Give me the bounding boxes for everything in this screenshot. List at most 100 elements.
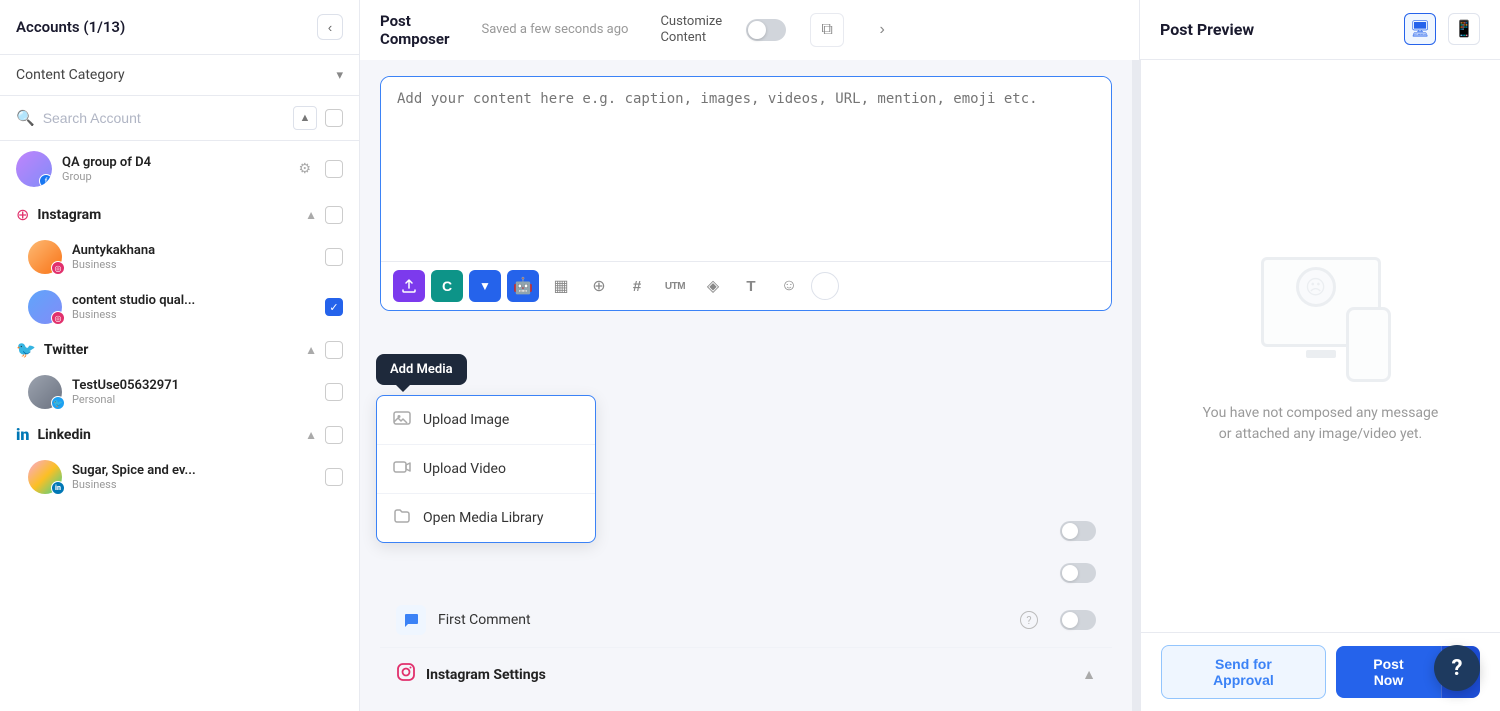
- option-toggle-1[interactable]: [1060, 521, 1096, 541]
- embed-button[interactable]: ◈: [697, 270, 729, 302]
- avatar: in: [28, 460, 62, 494]
- send-approval-button[interactable]: Send for Approval: [1161, 645, 1326, 699]
- emoji-button[interactable]: ☺: [773, 270, 805, 302]
- sidebar-header: Accounts (1/13) ‹: [0, 0, 359, 55]
- select-all-checkbox[interactable]: [325, 109, 343, 127]
- account-name: TestUse05632971: [72, 378, 315, 393]
- platform-name: Instagram: [37, 207, 297, 223]
- composer-body: C ▼ 🤖 ▦ ⊕ # UTM ◈ T ☺ Add Media: [360, 60, 1500, 711]
- content-category-label: Content Category: [16, 67, 125, 83]
- customize-toggle[interactable]: [746, 19, 786, 41]
- list-item[interactable]: ◎ Auntykakhana Business: [0, 232, 359, 282]
- avatar: ◎: [28, 240, 62, 274]
- platform-checkbox[interactable]: [325, 206, 343, 224]
- media-dropdown: Upload Image Upload Video: [376, 395, 596, 543]
- avatar: 🐦: [28, 375, 62, 409]
- account-type: Business: [72, 308, 315, 321]
- avatar: ◎: [28, 290, 62, 324]
- account-info: content studio qual... Business: [72, 293, 315, 321]
- account-info: TestUse05632971 Personal: [72, 378, 315, 406]
- upload-image-menu-item[interactable]: Upload Image: [377, 396, 595, 445]
- upload-image-label: Upload Image: [423, 412, 509, 428]
- sidebar-item-linkedin[interactable]: in Linkedin ▲: [0, 417, 359, 452]
- first-comment-icon: [396, 605, 426, 635]
- gear-icon[interactable]: ⚙: [294, 159, 315, 179]
- account-info: QA group of D4 Group: [62, 155, 284, 183]
- avatar: f: [16, 151, 52, 187]
- post-now-button[interactable]: Post Now: [1336, 646, 1441, 698]
- video-icon: [393, 458, 411, 480]
- account-checkbox[interactable]: [325, 468, 343, 486]
- chevron-up-icon: ▲: [1082, 666, 1096, 683]
- platform-checkbox[interactable]: [325, 426, 343, 444]
- desktop-preview-button[interactable]: 🖥: [1404, 13, 1436, 45]
- preview-empty-text: You have not composed any message or att…: [1201, 403, 1441, 445]
- list-item[interactable]: f QA group of D4 Group ⚙: [0, 141, 359, 197]
- search-input[interactable]: [43, 110, 285, 126]
- upload-media-button[interactable]: [393, 270, 425, 302]
- composer-title: PostComposer: [380, 12, 449, 48]
- account-name: content studio qual...: [72, 293, 315, 308]
- account-info: Sugar, Spice and ev... Business: [72, 463, 315, 491]
- search-collapse-button[interactable]: ▲: [293, 106, 317, 130]
- account-checkbox[interactable]: ✓: [325, 298, 343, 316]
- platform-name: Twitter: [44, 342, 297, 358]
- preview-title: Post Preview: [1160, 20, 1254, 39]
- platform-badge-facebook: f: [39, 174, 52, 187]
- list-item[interactable]: ◎ content studio qual... Business ✓: [0, 282, 359, 332]
- instagram-settings-header[interactable]: Instagram Settings ▲: [380, 647, 1112, 701]
- chevron-up-icon: ▲: [305, 343, 317, 357]
- option-row-2: [380, 553, 1112, 593]
- robot-button[interactable]: 🤖: [507, 270, 539, 302]
- preview-area: ☹ You have not composed any message or a…: [1140, 60, 1500, 711]
- account-checkbox[interactable]: [325, 160, 343, 178]
- copy-button[interactable]: ⧉: [810, 13, 844, 47]
- sidebar-item-instagram[interactable]: ⊕ Instagram ▲: [0, 197, 359, 232]
- add-media-tooltip: Add Media: [376, 354, 467, 385]
- upload-video-menu-item[interactable]: Upload Video: [377, 445, 595, 494]
- option-toggle-2[interactable]: [1060, 563, 1096, 583]
- content-button[interactable]: C: [431, 270, 463, 302]
- content-category-row[interactable]: Content Category ▾: [0, 55, 359, 96]
- text-format-button[interactable]: T: [735, 270, 767, 302]
- post-content-textarea[interactable]: [381, 77, 1111, 257]
- instagram-settings-icon: [396, 662, 416, 687]
- preview-content: ☹ You have not composed any message or a…: [1141, 60, 1500, 632]
- mobile-illustration: [1346, 307, 1391, 382]
- more-button[interactable]: [811, 272, 839, 300]
- next-button[interactable]: ›: [868, 16, 896, 44]
- search-icon: 🔍: [16, 109, 35, 127]
- dropdown-button[interactable]: ▼: [469, 270, 501, 302]
- instagram-settings-title: Instagram Settings: [426, 667, 1072, 683]
- platform-badge-instagram: ◎: [51, 311, 65, 325]
- account-info: Auntykakhana Business: [72, 243, 315, 271]
- open-media-library-menu-item[interactable]: Open Media Library: [377, 494, 595, 542]
- account-checkbox[interactable]: [325, 383, 343, 401]
- list-item[interactable]: 🐦 TestUse05632971 Personal: [0, 367, 359, 417]
- list-item[interactable]: in Sugar, Spice and ev... Business: [0, 452, 359, 502]
- preview-illustration: ☹: [1241, 247, 1401, 387]
- help-icon[interactable]: ?: [1020, 611, 1038, 629]
- account-type: Personal: [72, 393, 315, 406]
- utm-button[interactable]: UTM: [659, 270, 691, 302]
- sidebar-collapse-button[interactable]: ‹: [317, 14, 343, 40]
- upload-video-label: Upload Video: [423, 461, 506, 477]
- platform-badge-linkedin: in: [51, 481, 65, 495]
- section-divider: [1132, 60, 1140, 711]
- instagram-icon: ⊕: [16, 205, 29, 224]
- account-checkbox[interactable]: [325, 248, 343, 266]
- linkedin-icon: in: [16, 425, 29, 444]
- main-area: PostComposer Saved a few seconds ago Cus…: [360, 0, 1500, 711]
- location-button[interactable]: ⊕: [583, 270, 615, 302]
- hashtag-button[interactable]: #: [621, 270, 653, 302]
- account-name: QA group of D4: [62, 155, 284, 170]
- account-name: Auntykakhana: [72, 243, 315, 258]
- grid-button[interactable]: ▦: [545, 270, 577, 302]
- chevron-up-icon: ▲: [305, 208, 317, 222]
- sidebar-item-twitter[interactable]: 🐦 Twitter ▲: [0, 332, 359, 367]
- help-bubble-button[interactable]: ?: [1434, 645, 1480, 691]
- first-comment-label: First Comment: [438, 612, 1008, 628]
- platform-checkbox[interactable]: [325, 341, 343, 359]
- first-comment-toggle[interactable]: [1060, 610, 1096, 630]
- mobile-preview-button[interactable]: 📱: [1448, 13, 1480, 45]
